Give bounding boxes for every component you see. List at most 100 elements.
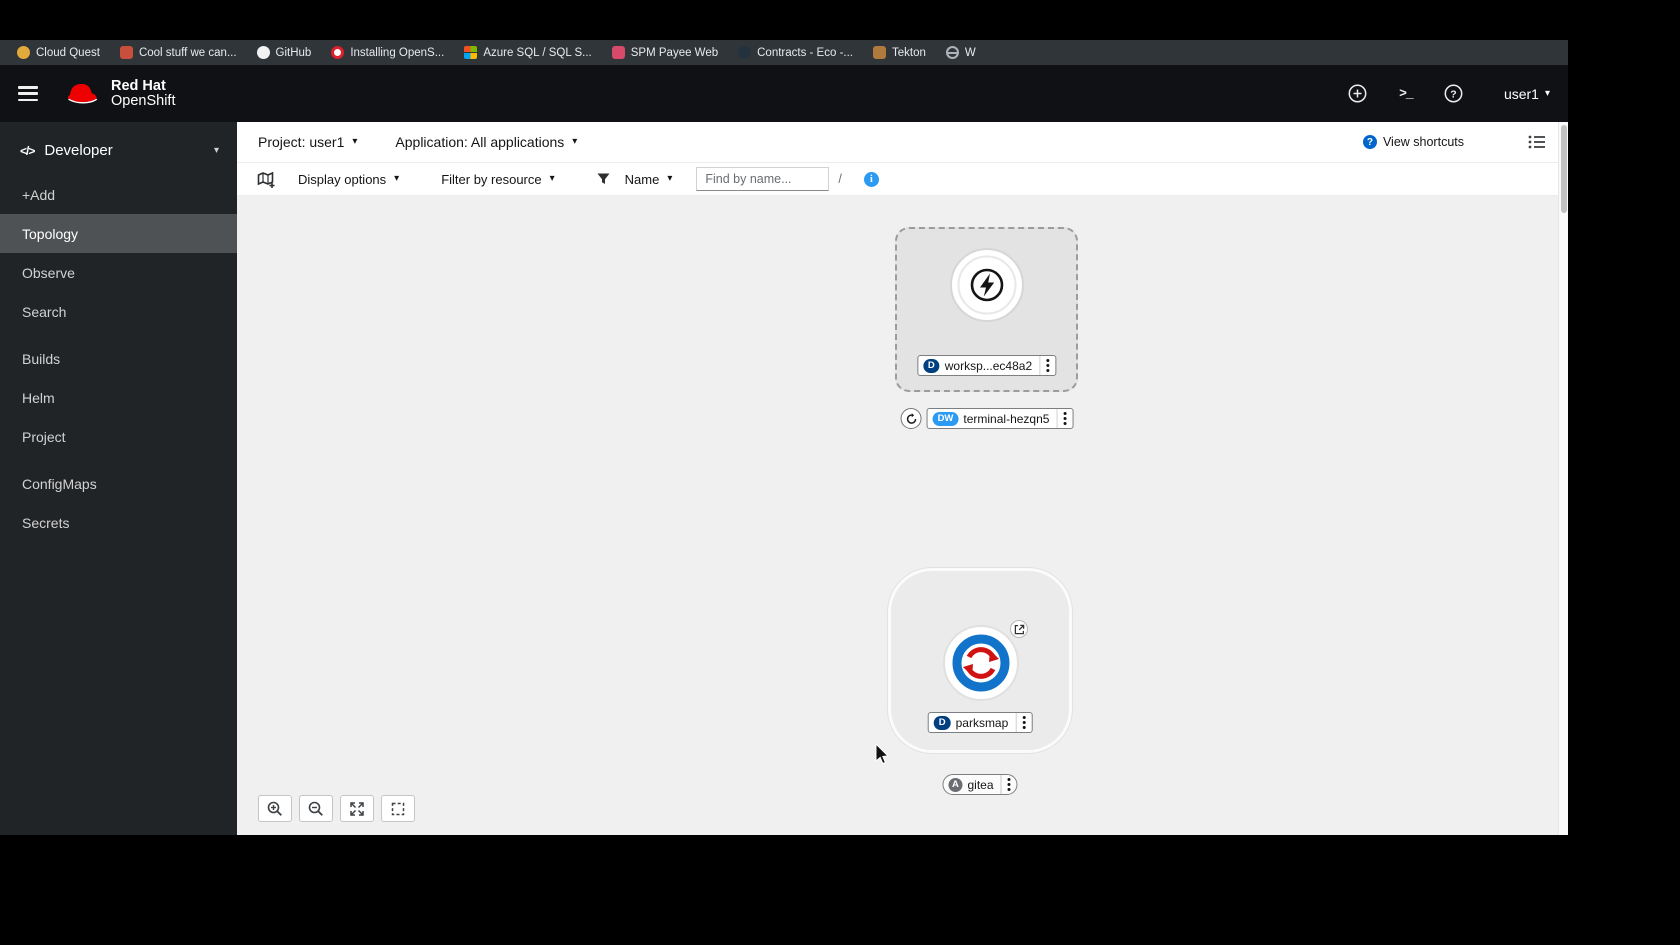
user-menu[interactable]: user1 ▾ (1504, 86, 1550, 102)
devworkspace-node[interactable]: D worksp...ec48a2 (895, 227, 1078, 392)
display-options-dropdown[interactable]: Display options ▾ (298, 172, 399, 187)
info-icon[interactable]: i (863, 171, 879, 187)
filter-by-resource-dropdown[interactable]: Filter by resource ▾ (441, 172, 554, 187)
help-menu-icon[interactable]: ? (1442, 82, 1466, 106)
bookmark-azure-sql[interactable]: Azure SQL / SQL S... (455, 44, 600, 61)
brand-logo[interactable]: Red Hat OpenShift (64, 78, 176, 109)
node-label-text: gitea (967, 777, 994, 792)
view-shortcuts-link[interactable]: ? View shortcuts (1362, 135, 1464, 149)
node-label-text: terminal-hezqn5 (963, 411, 1050, 426)
node-label-text: worksp...ec48a2 (944, 358, 1033, 373)
sidebar-item-label: Builds (22, 350, 61, 367)
quick-create-icon[interactable] (1346, 82, 1370, 106)
browser-viewport: Cloud Quest Cool stuff we can... GitHub … (0, 40, 1568, 835)
sidebar-item-label: ConfigMaps (22, 475, 97, 492)
bookmark-favicon-azure-icon (464, 46, 478, 59)
open-url-decorator-icon[interactable] (1010, 620, 1028, 638)
application-group[interactable]: D parksmap (888, 568, 1072, 753)
sidebar-item-configmaps[interactable]: ConfigMaps (0, 464, 237, 503)
zoom-in-button[interactable] (258, 795, 292, 822)
name-filter-label: Name (624, 171, 660, 187)
bookmark-cloud-quest[interactable]: Cloud Quest (8, 44, 109, 61)
zoom-out-button[interactable] (299, 795, 333, 822)
bookmark-label: Installing OpenS... (350, 46, 445, 59)
gitea-application-label[interactable]: A gitea (942, 774, 1018, 795)
sidebar-item-observe[interactable]: Observe (0, 253, 237, 292)
name-filter-dropdown[interactable]: Name ▾ (597, 171, 673, 187)
chevron-down-icon: ▾ (1544, 87, 1550, 99)
devworkspace-node-label[interactable]: D worksp...ec48a2 (916, 355, 1057, 376)
sidebar-item-builds[interactable]: Builds (0, 339, 237, 378)
bookmark-label: Tekton (891, 46, 926, 59)
bookmark-favicon-github-icon (256, 46, 270, 59)
topology-view-controls (258, 795, 415, 822)
sidebar-item-helm[interactable]: Helm (0, 378, 237, 417)
sidebar-item-secrets[interactable]: Secrets (0, 503, 237, 542)
scrollbar-track[interactable] (1558, 122, 1568, 835)
kebab-menu-icon[interactable] (1056, 409, 1072, 428)
bookmarks-bar: Cloud Quest Cool stuff we can... GitHub … (0, 40, 1568, 65)
scrollbar-thumb[interactable] (1560, 125, 1567, 213)
kebab-menu-icon[interactable] (1015, 713, 1031, 732)
chevron-down-icon: ▾ (549, 173, 555, 184)
resource-badge-devworkspace: DW (932, 411, 959, 426)
bookmark-favicon-globe-icon (945, 46, 959, 59)
kebab-menu-icon[interactable] (1039, 356, 1055, 375)
application-dropdown[interactable]: Application: All applications ▾ (395, 134, 577, 150)
kebab-menu-icon[interactable] (1000, 775, 1017, 794)
masthead-actions: >_ ? user1 ▾ (1346, 82, 1550, 106)
user-menu-label: user1 (1503, 85, 1539, 102)
code-icon: </> (20, 143, 35, 158)
sidebar-item-label: Search (22, 303, 67, 320)
sidebar-item-label: Secrets (22, 514, 70, 531)
bookmark-cool-stuff[interactable]: Cool stuff we can... (111, 44, 246, 61)
perspective-switcher[interactable]: </> Developer ▾ (0, 122, 237, 175)
brand-text: Red Hat OpenShift (111, 78, 176, 109)
list-view-toggle-icon[interactable] (1528, 134, 1546, 150)
terminal-node[interactable]: DW terminal-hezqn5 (900, 408, 1074, 429)
bookmark-label: SPM Payee Web (630, 46, 719, 59)
bookmark-label: Azure SQL / SQL S... (483, 46, 592, 59)
chevron-down-icon: ▾ (352, 136, 358, 147)
fit-to-screen-button[interactable] (340, 795, 374, 822)
find-by-name-input[interactable] (696, 167, 830, 191)
bookmark-github[interactable]: GitHub (248, 44, 321, 61)
bookmark-installing-openshift[interactable]: Installing OpenS... (322, 44, 453, 61)
chevron-down-icon: ▾ (572, 136, 578, 147)
sidebar-item-topology[interactable]: Topology (0, 214, 237, 253)
filter-by-resource-label: Filter by resource (441, 171, 542, 187)
node-label-text: parksmap (955, 715, 1009, 730)
help-circle-icon: ? (1362, 135, 1377, 149)
display-options-label: Display options (298, 171, 387, 187)
fullscreen-button[interactable] (381, 795, 415, 822)
topology-canvas[interactable]: D worksp...ec48a2 DW terminal-hezqn5 D p… (237, 196, 1558, 835)
sidebar-item-add[interactable]: +Add (0, 175, 237, 214)
filter-funnel-icon (597, 173, 610, 185)
sidebar-item-label: Project (22, 428, 66, 445)
svg-text:?: ? (1451, 88, 1457, 100)
parksmap-logo-icon (943, 625, 1019, 701)
bookmark-tekton[interactable]: Tekton (864, 44, 935, 61)
web-terminal-icon[interactable]: >_ (1394, 82, 1418, 106)
main-content: Project: user1 ▾ Application: All applic… (237, 122, 1558, 835)
parksmap-node[interactable] (941, 620, 1028, 703)
parksmap-node-label[interactable]: D parksmap (927, 712, 1033, 733)
sidebar-item-label: Topology (22, 225, 79, 242)
terminal-node-label[interactable]: DW terminal-hezqn5 (926, 408, 1074, 429)
mouse-cursor (875, 744, 890, 765)
sidebar-item-search[interactable]: Search (0, 292, 237, 331)
sidebar-nav: </> Developer ▾ +Add Topology Observe Se… (0, 122, 237, 835)
topology-map-icon[interactable] (257, 171, 276, 188)
devworkspace-bolt-icon (949, 248, 1024, 322)
red-hat-logo-icon (68, 84, 98, 104)
brand-openshift-label: OpenShift (111, 92, 176, 109)
sidebar-item-project[interactable]: Project (0, 417, 237, 456)
chevron-down-icon: ▾ (667, 173, 673, 184)
project-dropdown-label: Project: user1 (258, 134, 345, 150)
project-dropdown[interactable]: Project: user1 ▾ (258, 134, 357, 150)
restart-decorator-icon[interactable] (900, 408, 922, 429)
bookmark-w[interactable]: W (937, 44, 985, 61)
hamburger-menu-icon[interactable] (18, 86, 38, 101)
bookmark-contracts[interactable]: Contracts - Eco -... (729, 44, 862, 61)
bookmark-spm-payee[interactable]: SPM Payee Web (603, 44, 727, 61)
